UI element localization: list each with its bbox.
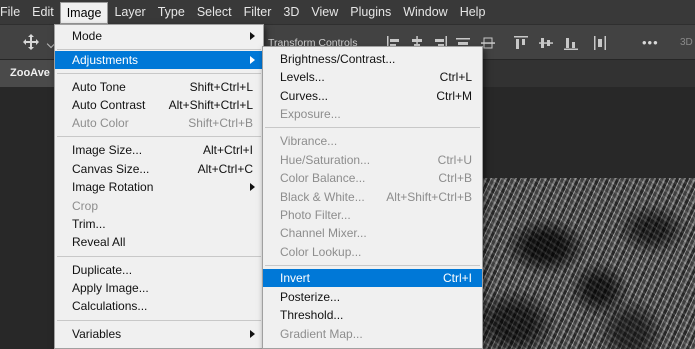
menu-item-color-balance[interactable]: Color Balance... Ctrl+B [263, 169, 482, 187]
menu-item-trim[interactable]: Trim... [55, 215, 263, 233]
adjustments-submenu: Brightness/Contrast... Levels... Ctrl+L … [262, 46, 483, 349]
menu-bar: File Edit Image Layer Type Select Filter… [0, 0, 695, 24]
menu-separator [265, 265, 480, 266]
menu-item-exposure[interactable]: Exposure... [263, 105, 482, 123]
menu-item-threshold[interactable]: Threshold... [263, 306, 482, 324]
menu-item-brightness-contrast[interactable]: Brightness/Contrast... [263, 50, 482, 68]
menu-3d[interactable]: 3D [277, 0, 305, 24]
menu-separator [57, 256, 261, 257]
submenu-arrow-icon [250, 183, 255, 191]
menu-item-channel-mixer[interactable]: Channel Mixer... [263, 224, 482, 242]
menu-view[interactable]: View [305, 0, 344, 24]
align-top-icon[interactable] [513, 35, 529, 51]
menu-type[interactable]: Type [152, 0, 191, 24]
menu-item-auto-tone[interactable]: Auto Tone Shift+Ctrl+L [55, 78, 263, 96]
menu-item-hue-saturation[interactable]: Hue/Saturation... Ctrl+U [263, 151, 482, 169]
align-vertical-center-icon[interactable] [538, 35, 554, 51]
align-bottom-icon[interactable] [563, 35, 579, 51]
menu-item-auto-color[interactable]: Auto Color Shift+Ctrl+B [55, 114, 263, 132]
menu-item-mode[interactable]: Mode [55, 27, 263, 45]
menu-item-adjustments[interactable]: Adjustments [55, 51, 263, 69]
menu-separator [57, 136, 261, 137]
move-tool-icon[interactable] [22, 33, 40, 51]
3d-mode-label[interactable]: 3D [680, 37, 693, 48]
menu-separator [57, 49, 261, 50]
menu-file[interactable]: File [0, 0, 26, 24]
menu-item-black-white[interactable]: Black & White... Alt+Shift+Ctrl+B [263, 188, 482, 206]
menu-help[interactable]: Help [454, 0, 492, 24]
menu-select[interactable]: Select [191, 0, 238, 24]
image-menu: Mode Adjustments Auto Tone Shift+Ctrl+L … [54, 24, 264, 349]
menu-item-curves[interactable]: Curves... Ctrl+M [263, 87, 482, 105]
menu-plugins[interactable]: Plugins [344, 0, 397, 24]
menu-item-variables[interactable]: Variables [55, 325, 263, 343]
menu-item-apply-image[interactable]: Apply Image... [55, 279, 263, 297]
menu-item-auto-contrast[interactable]: Auto Contrast Alt+Shift+Ctrl+L [55, 96, 263, 114]
menu-item-image-size[interactable]: Image Size... Alt+Ctrl+I [55, 141, 263, 159]
menu-item-canvas-size[interactable]: Canvas Size... Alt+Ctrl+C [55, 160, 263, 178]
menu-item-reveal-all[interactable]: Reveal All [55, 233, 263, 251]
menu-layer[interactable]: Layer [108, 0, 151, 24]
submenu-arrow-icon [250, 56, 255, 64]
menu-window[interactable]: Window [397, 0, 453, 24]
menu-separator [57, 73, 261, 74]
document-tab[interactable]: ZooAve [0, 60, 62, 87]
menu-item-invert[interactable]: Invert Ctrl+I [263, 269, 482, 287]
distribute-horizontal-icon[interactable] [592, 35, 608, 51]
menu-edit[interactable]: Edit [26, 0, 60, 24]
menu-item-posterize[interactable]: Posterize... [263, 288, 482, 306]
menu-item-vibrance[interactable]: Vibrance... [263, 132, 482, 150]
more-options-icon[interactable]: ••• [642, 35, 659, 50]
menu-item-duplicate[interactable]: Duplicate... [55, 261, 263, 279]
menu-item-image-rotation[interactable]: Image Rotation [55, 178, 263, 196]
menu-item-gradient-map[interactable]: Gradient Map... [263, 325, 482, 343]
menu-separator [57, 320, 261, 321]
menu-separator [265, 127, 480, 128]
document-image [482, 178, 695, 349]
menu-item-color-lookup[interactable]: Color Lookup... [263, 243, 482, 261]
menu-item-crop[interactable]: Crop [55, 197, 263, 215]
menu-item-photo-filter[interactable]: Photo Filter... [263, 206, 482, 224]
menu-item-levels[interactable]: Levels... Ctrl+L [263, 68, 482, 86]
menu-image[interactable]: Image [59, 1, 109, 24]
submenu-arrow-icon [250, 330, 255, 338]
menu-filter[interactable]: Filter [238, 0, 278, 24]
submenu-arrow-icon [250, 32, 255, 40]
menu-item-calculations[interactable]: Calculations... [55, 297, 263, 315]
